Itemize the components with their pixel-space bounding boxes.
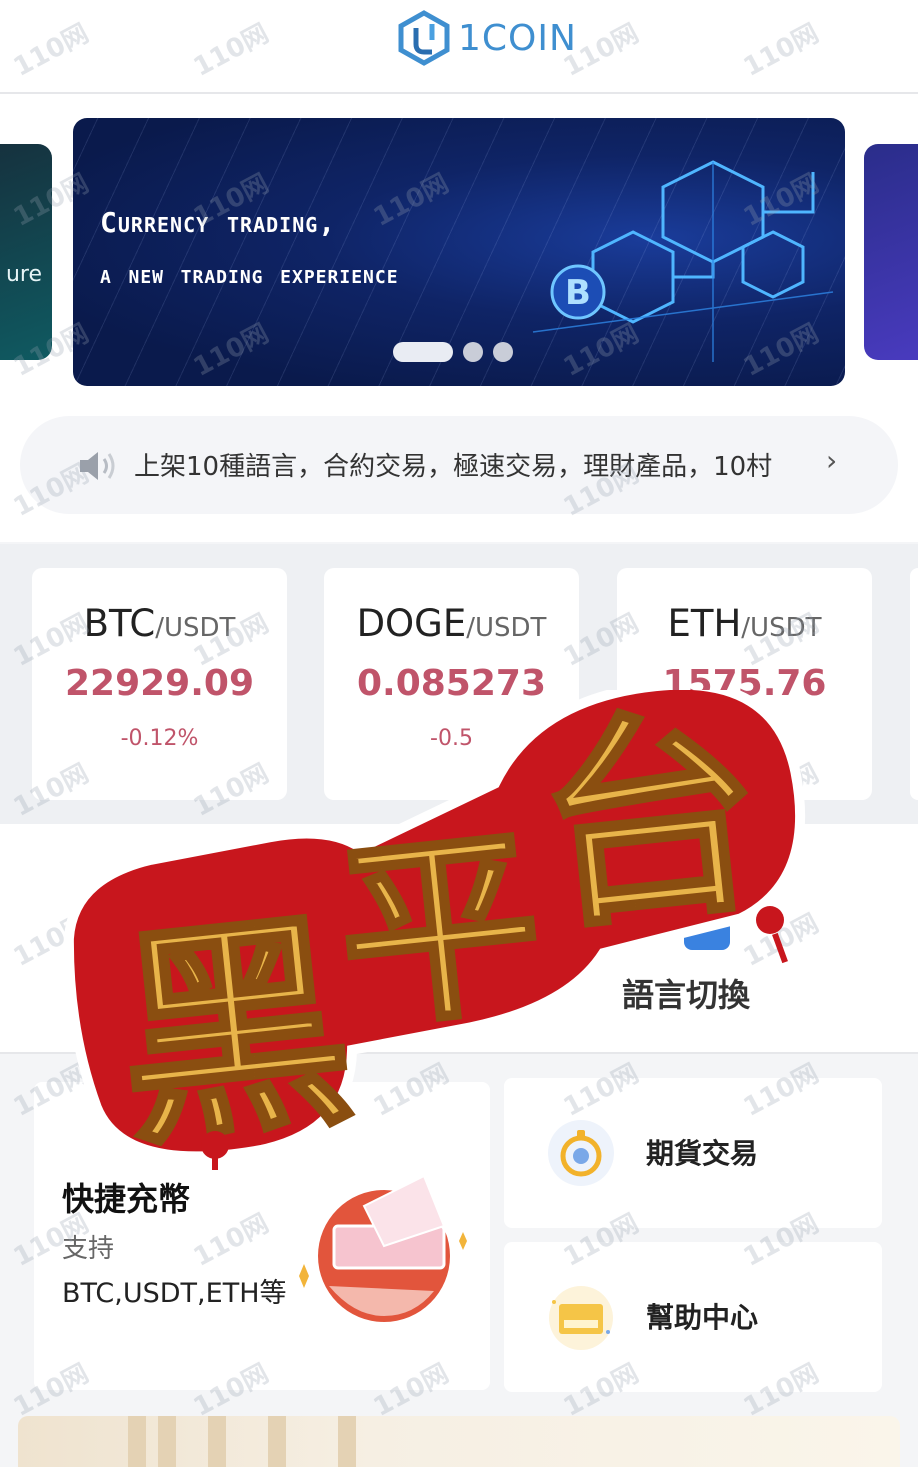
indicator[interactable] xyxy=(463,342,483,362)
banner-headline-2: a new trading experience xyxy=(100,260,399,290)
ticker-base: DOGE xyxy=(356,602,467,645)
footer-banner[interactable] xyxy=(18,1416,900,1467)
chevron-right-icon[interactable]: › xyxy=(826,444,837,477)
futures-trading-item[interactable]: 期貨交易 xyxy=(504,1078,882,1228)
speaker-icon xyxy=(80,452,115,480)
ticker-card-doge[interactable]: DOGE/USDT 0.085273 -0.5 xyxy=(324,568,579,800)
ticker-price: 22929.09 xyxy=(64,663,255,704)
ticker-card-next[interactable] xyxy=(910,568,918,800)
ticker-pair: DOGE/USDT xyxy=(324,602,579,645)
help-center-item[interactable]: 幫助中心 xyxy=(504,1242,882,1392)
announcement-section: 上架10種語言，合約交易，極速交易，理財產品，10村 › xyxy=(0,406,918,542)
carousel-indicators[interactable] xyxy=(393,342,513,362)
deposit-illustration-icon xyxy=(299,1174,467,1322)
market-tickers: BTC/USDT 22929.09 -0.12% DOGE/USDT 0.085… xyxy=(0,544,918,824)
top-header: 1COIN xyxy=(0,0,918,94)
futures-trading-label: 期貨交易 xyxy=(646,1137,759,1170)
language-switch-label[interactable]: 語言切換 xyxy=(622,970,750,1016)
indicator-active[interactable] xyxy=(393,342,453,362)
quick-menu: 語言切換 xyxy=(0,824,918,1054)
help-center-icon xyxy=(549,1286,613,1350)
ticker-change: -0.12% xyxy=(120,726,199,751)
ticker-card-btc[interactable]: BTC/USDT 22929.09 -0.12% xyxy=(32,568,287,800)
ticker-pair: BTC/USDT xyxy=(32,602,287,645)
ticker-pair: ETH/USDT xyxy=(617,602,872,645)
ticker-card-eth[interactable]: ETH/USDT 1575.76 % xyxy=(617,568,872,800)
ticker-base: ETH xyxy=(667,602,742,645)
announcement-text: 上架10種語言，合約交易，極速交易，理財產品，10村 xyxy=(134,452,773,482)
ticker-base: BTC xyxy=(83,602,156,645)
ticker-change: % xyxy=(734,726,755,751)
help-center-label: 幫助中心 xyxy=(646,1301,759,1334)
indicator[interactable] xyxy=(493,342,513,362)
logo-text: 1COIN xyxy=(458,17,577,59)
banner-next-slide[interactable] xyxy=(864,144,918,360)
announcement-bar[interactable]: 上架10種語言，合約交易，極速交易，理財產品，10村 › xyxy=(20,416,898,514)
ticker-quote: /USDT xyxy=(466,613,547,643)
banner-slide[interactable]: Currency trading, a new trading experien… xyxy=(73,118,845,386)
logo-icon xyxy=(398,10,450,66)
banner-carousel[interactable]: ure Currency trading, a new trading expe… xyxy=(0,94,918,406)
language-icon[interactable] xyxy=(684,910,730,950)
ticker-change: -0.5 xyxy=(430,726,473,751)
brand-logo[interactable]: 1COIN xyxy=(396,8,577,68)
ticker-price: 0.085273 xyxy=(356,663,547,704)
quick-deposit-card[interactable]: 快捷充幣 支持 BTC,USDT,ETH等 xyxy=(34,1082,490,1390)
quick-deposit-coins: BTC,USDT,ETH等 xyxy=(62,1278,287,1309)
blockchain-illustration: B xyxy=(532,160,834,362)
ticker-price: 1575.76 xyxy=(662,663,827,704)
banner-prev-slide[interactable]: ure xyxy=(0,144,52,360)
ticker-quote: /USDT xyxy=(741,613,822,643)
stopwatch-icon xyxy=(548,1120,614,1186)
ticker-quote: /USDT xyxy=(155,613,236,643)
banner-headline-1: Currency trading, xyxy=(100,206,337,239)
prev-slide-text: ure xyxy=(5,262,42,287)
quick-deposit-subtitle: 支持 xyxy=(62,1234,115,1264)
feature-section: 快捷充幣 支持 BTC,USDT,ETH等 期貨交易 幫助中心 xyxy=(0,1056,918,1416)
app-screen: 1COIN ure Currency trading, a new tradin… xyxy=(0,0,918,1467)
quick-deposit-title: 快捷充幣 xyxy=(62,1180,191,1218)
bitcoin-symbol: B xyxy=(565,273,591,313)
